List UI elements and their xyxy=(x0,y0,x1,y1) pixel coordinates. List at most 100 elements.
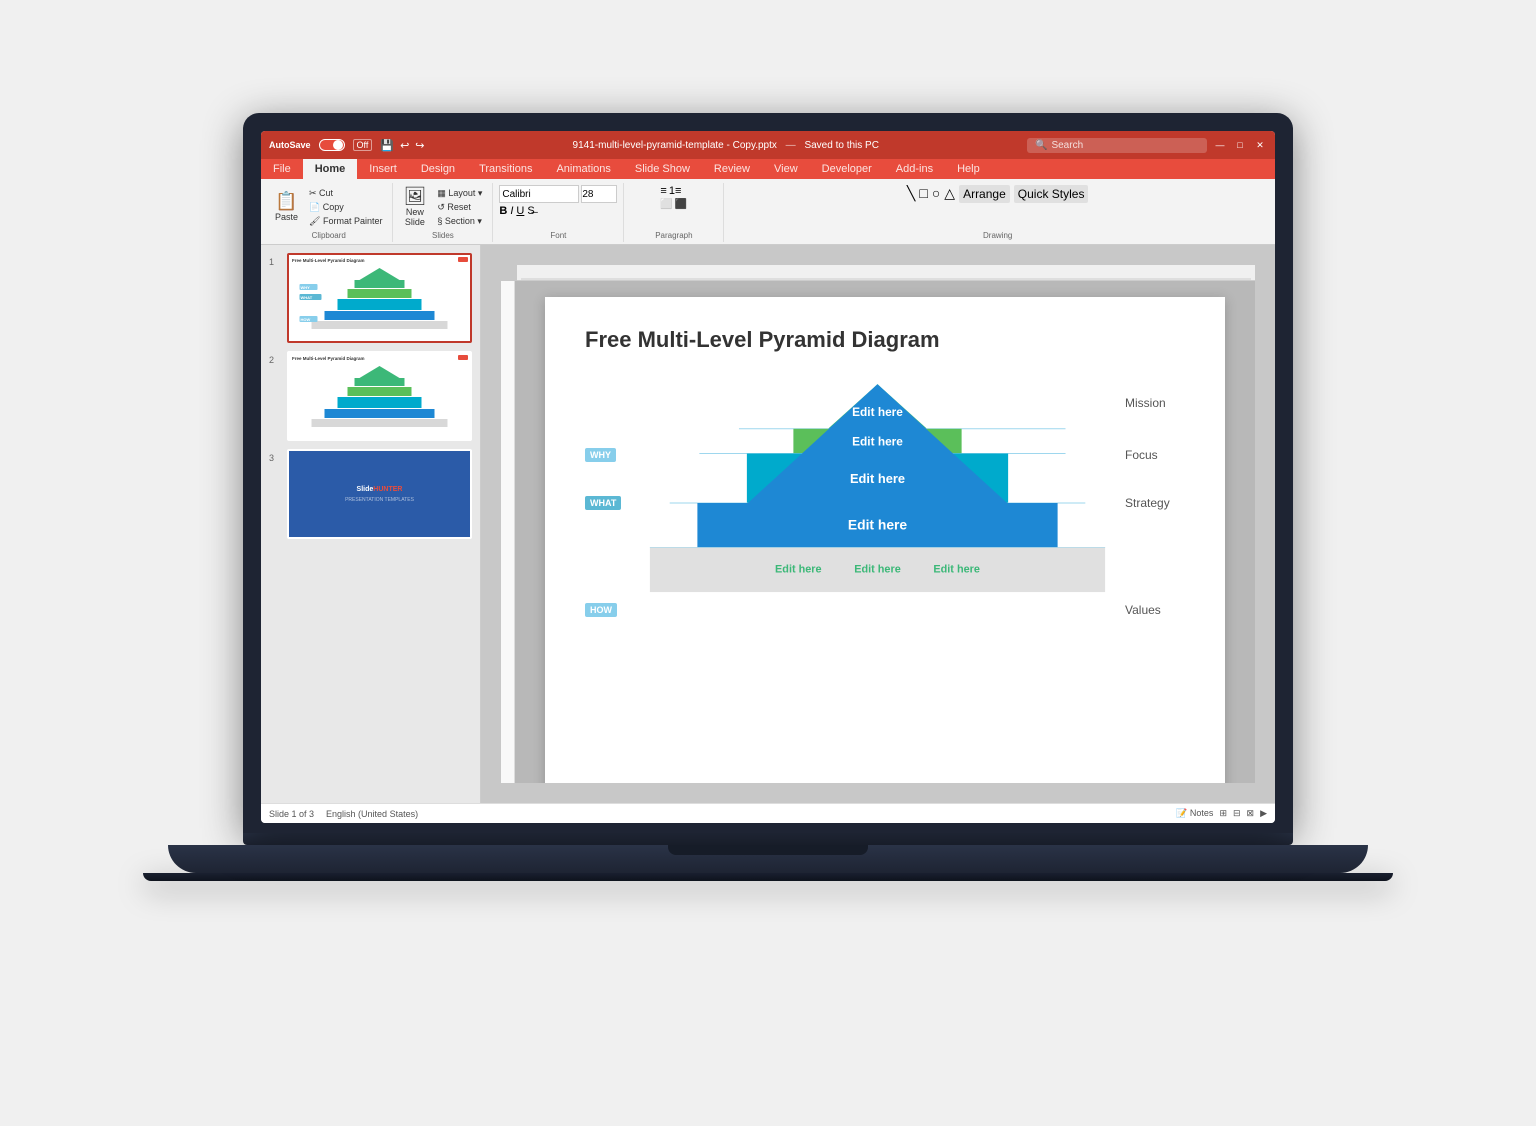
tab-slideshow[interactable]: Slide Show xyxy=(623,159,702,179)
maximize-button[interactable]: □ xyxy=(1233,138,1247,152)
pyramid-main-svg: Edit here Edit here Edit here Edit here … xyxy=(640,373,1115,633)
left-label-what: WHAT xyxy=(585,483,634,523)
underline-button[interactable]: U xyxy=(516,205,524,217)
tab-addins[interactable]: Add-ins xyxy=(884,159,945,179)
notes-button[interactable]: 📝 Notes xyxy=(1176,808,1213,819)
search-placeholder: Search xyxy=(1051,140,1083,151)
tab-developer[interactable]: Developer xyxy=(810,159,884,179)
strikethrough-button[interactable]: S̶ xyxy=(527,205,534,217)
slide2-pyramid-svg xyxy=(292,362,467,427)
screen-bezel: AutoSave Off 💾 ↩ ↪ 9141-multi-level-pyra… xyxy=(243,113,1293,833)
slide-thumb-2[interactable]: 2 Free Multi-Level Pyramid Diagram xyxy=(269,351,472,441)
slides-panel: 1 Free Multi-Level Pyramid Diagram xyxy=(261,245,481,803)
format-painter-button[interactable]: 🖌 Format Painter xyxy=(305,215,386,228)
slide3-logo-text: SlideHUNTER xyxy=(357,486,403,493)
search-bar[interactable]: 🔍 Search xyxy=(1027,138,1207,153)
font-row2: B I U S̶ xyxy=(499,205,617,217)
pyramid-left-labels: WHY WHAT HOW xyxy=(585,373,640,633)
shape-triangle[interactable]: △ xyxy=(944,185,955,202)
minimize-button[interactable]: — xyxy=(1213,138,1227,152)
slide-preview-2[interactable]: Free Multi-Level Pyramid Diagram xyxy=(287,351,472,441)
arrange-button[interactable]: Arrange xyxy=(959,185,1010,203)
pyramid-center: Edit here Edit here Edit here Edit here … xyxy=(640,373,1115,633)
shape-line[interactable]: ╲ xyxy=(907,185,915,202)
slide-num-3: 3 xyxy=(269,449,281,463)
pyramid-diagram: WHY WHAT HOW xyxy=(585,373,1185,633)
laptop-base xyxy=(168,845,1368,873)
svg-text:Edit here: Edit here xyxy=(852,435,903,449)
align-center-button[interactable]: ⬛ xyxy=(675,199,687,210)
title-bar: AutoSave Off 💾 ↩ ↪ 9141-multi-level-pyra… xyxy=(261,131,1275,159)
slide-viewport[interactable]: Free Multi-Level Pyramid Diagram WHY xyxy=(515,281,1255,783)
layout-button[interactable]: ▦ Layout ▾ xyxy=(433,187,486,200)
slide2-thumb-title: Free Multi-Level Pyramid Diagram xyxy=(292,356,467,361)
slide-thumb-1[interactable]: 1 Free Multi-Level Pyramid Diagram xyxy=(269,253,472,343)
svg-text:Edit here: Edit here xyxy=(775,563,822,575)
tab-insert[interactable]: Insert xyxy=(357,159,409,179)
new-slide-button[interactable]: 🖼 NewSlide xyxy=(399,185,430,229)
shape-rect[interactable]: □ xyxy=(919,185,927,201)
canvas-area: Free Multi-Level Pyramid Diagram WHY xyxy=(481,245,1275,803)
redo-icon[interactable]: ↪ xyxy=(415,139,424,152)
svg-text:Edit here: Edit here xyxy=(848,517,908,533)
why-tag: WHY xyxy=(585,448,616,462)
align-left-button[interactable]: ⬜ xyxy=(660,199,672,210)
slide-canvas[interactable]: Free Multi-Level Pyramid Diagram WHY xyxy=(545,297,1225,783)
view-reading[interactable]: ⊠ xyxy=(1247,808,1255,819)
drawing-shapes: ╲ □ ○ △ Arrange Quick Styles xyxy=(907,185,1089,229)
save-icon[interactable]: 💾 xyxy=(380,139,394,152)
paste-button[interactable]: 📋 Paste xyxy=(271,190,302,224)
bold-button[interactable]: B xyxy=(499,205,507,217)
paragraph-label: Paragraph xyxy=(655,231,692,240)
status-bar: Slide 1 of 3 English (United States) 📝 N… xyxy=(261,803,1275,823)
tab-transitions[interactable]: Transitions xyxy=(467,159,544,179)
slide3-subtitle: PRESENTATION TEMPLATES xyxy=(345,497,414,503)
clipboard-buttons: 📋 Paste ✂ Cut 📄 Copy 🖌 Format Painter xyxy=(271,185,386,229)
copy-button[interactable]: 📄 Copy xyxy=(305,201,386,214)
undo-icon[interactable]: ↩ xyxy=(400,139,409,152)
tab-view[interactable]: View xyxy=(762,159,810,179)
tab-help[interactable]: Help xyxy=(945,159,992,179)
slide1-logo xyxy=(458,257,468,262)
autosave-label: AutoSave xyxy=(269,140,311,150)
close-button[interactable]: ✕ xyxy=(1253,138,1267,152)
quick-styles-button[interactable]: Quick Styles xyxy=(1014,185,1089,203)
view-slide-sorter[interactable]: ⊟ xyxy=(1233,808,1241,819)
shape-circle[interactable]: ○ xyxy=(932,185,940,201)
tab-review[interactable]: Review xyxy=(702,159,762,179)
italic-button[interactable]: I xyxy=(510,205,513,217)
slide-num-1: 1 xyxy=(269,253,281,267)
slide-preview-3[interactable]: SlideHUNTER PRESENTATION TEMPLATES xyxy=(287,449,472,539)
bullet-list-button[interactable]: ≡ xyxy=(660,185,666,197)
slides-small-buttons: ▦ Layout ▾ ↺ Reset § Section ▾ xyxy=(433,187,486,228)
font-size-input[interactable] xyxy=(581,185,617,203)
numbered-list-button[interactable]: 1≡ xyxy=(669,185,682,197)
tab-design[interactable]: Design xyxy=(409,159,467,179)
right-label-empty xyxy=(1125,533,1185,583)
title-bar-left: AutoSave Off 💾 ↩ ↪ xyxy=(269,139,425,152)
title-bar-right: 🔍 Search — □ ✕ xyxy=(1027,138,1267,153)
tab-home[interactable]: Home xyxy=(303,159,358,179)
how-tag: HOW xyxy=(585,603,617,617)
view-slide-show[interactable]: ▶ xyxy=(1260,808,1267,819)
tab-animations[interactable]: Animations xyxy=(544,159,622,179)
canvas-with-ruler: Free Multi-Level Pyramid Diagram WHY xyxy=(501,265,1255,783)
tab-file[interactable]: File xyxy=(261,159,303,179)
slide-preview-1[interactable]: Free Multi-Level Pyramid Diagram xyxy=(287,253,472,343)
ribbon-group-drawing: ╲ □ ○ △ Arrange Quick Styles Drawing xyxy=(724,183,1271,242)
autosave-toggle[interactable] xyxy=(319,139,345,151)
font-name-input[interactable] xyxy=(499,185,579,203)
svg-text:Edit here: Edit here xyxy=(933,563,980,575)
slide-thumb-3[interactable]: 3 SlideHUNTER PRESENTATION TEMPLATES xyxy=(269,449,472,539)
svg-text:WHAT: WHAT xyxy=(301,295,313,300)
align-buttons: ⬜ ⬛ xyxy=(660,199,687,210)
section-button[interactable]: § Section ▾ xyxy=(433,215,486,228)
svg-text:WHY: WHY xyxy=(301,285,311,290)
slide-main-title: Free Multi-Level Pyramid Diagram xyxy=(585,327,1185,353)
svg-text:Edit here: Edit here xyxy=(850,471,905,486)
reset-button[interactable]: ↺ Reset xyxy=(433,201,486,214)
cut-button[interactable]: ✂ Cut xyxy=(305,187,386,200)
canvas-body: Free Multi-Level Pyramid Diagram WHY xyxy=(501,281,1255,783)
font-controls: B I U S̶ xyxy=(499,185,617,229)
view-normal[interactable]: ⊞ xyxy=(1219,808,1227,819)
